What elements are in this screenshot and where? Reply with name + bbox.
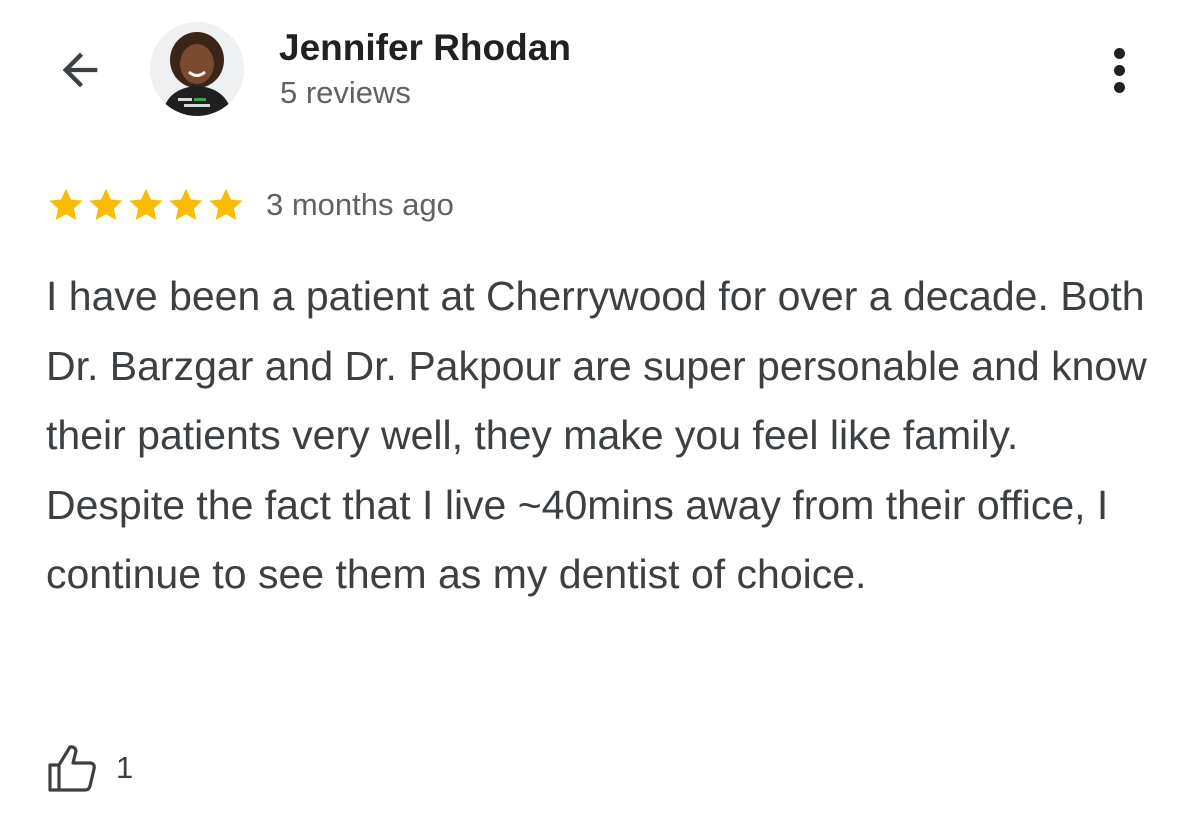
back-button[interactable] xyxy=(50,42,110,98)
star-icon xyxy=(49,188,83,221)
review-time: 3 months ago xyxy=(266,187,454,222)
review-rating-row: 3 months ago xyxy=(46,182,454,228)
star-rating xyxy=(46,185,246,225)
more-vert-icon-dot xyxy=(1113,64,1125,76)
like-button[interactable] xyxy=(46,740,104,796)
reviewer-name[interactable]: Jennifer Rhodan xyxy=(279,26,571,70)
more-vert-icon-dot xyxy=(1113,81,1125,93)
thumb-up-icon xyxy=(48,745,96,792)
review-text: I have been a patient at Cherrywood for … xyxy=(46,273,1147,597)
avatar[interactable] xyxy=(150,22,244,116)
review-header: Jennifer Rhodan 5 reviews xyxy=(0,0,1200,150)
more-vert-icon xyxy=(1113,47,1125,59)
star-icon xyxy=(129,188,163,221)
like-count: 1 xyxy=(116,750,134,785)
star-icon xyxy=(209,188,243,221)
more-options-button[interactable] xyxy=(1096,40,1142,100)
star-icon xyxy=(169,188,203,221)
arrow-back-icon xyxy=(62,52,98,88)
star-icon xyxy=(89,188,123,221)
reviewer-review-count: 5 reviews xyxy=(280,75,411,110)
review-actions: 1 xyxy=(46,740,133,796)
user-avatar-photo xyxy=(150,22,244,116)
